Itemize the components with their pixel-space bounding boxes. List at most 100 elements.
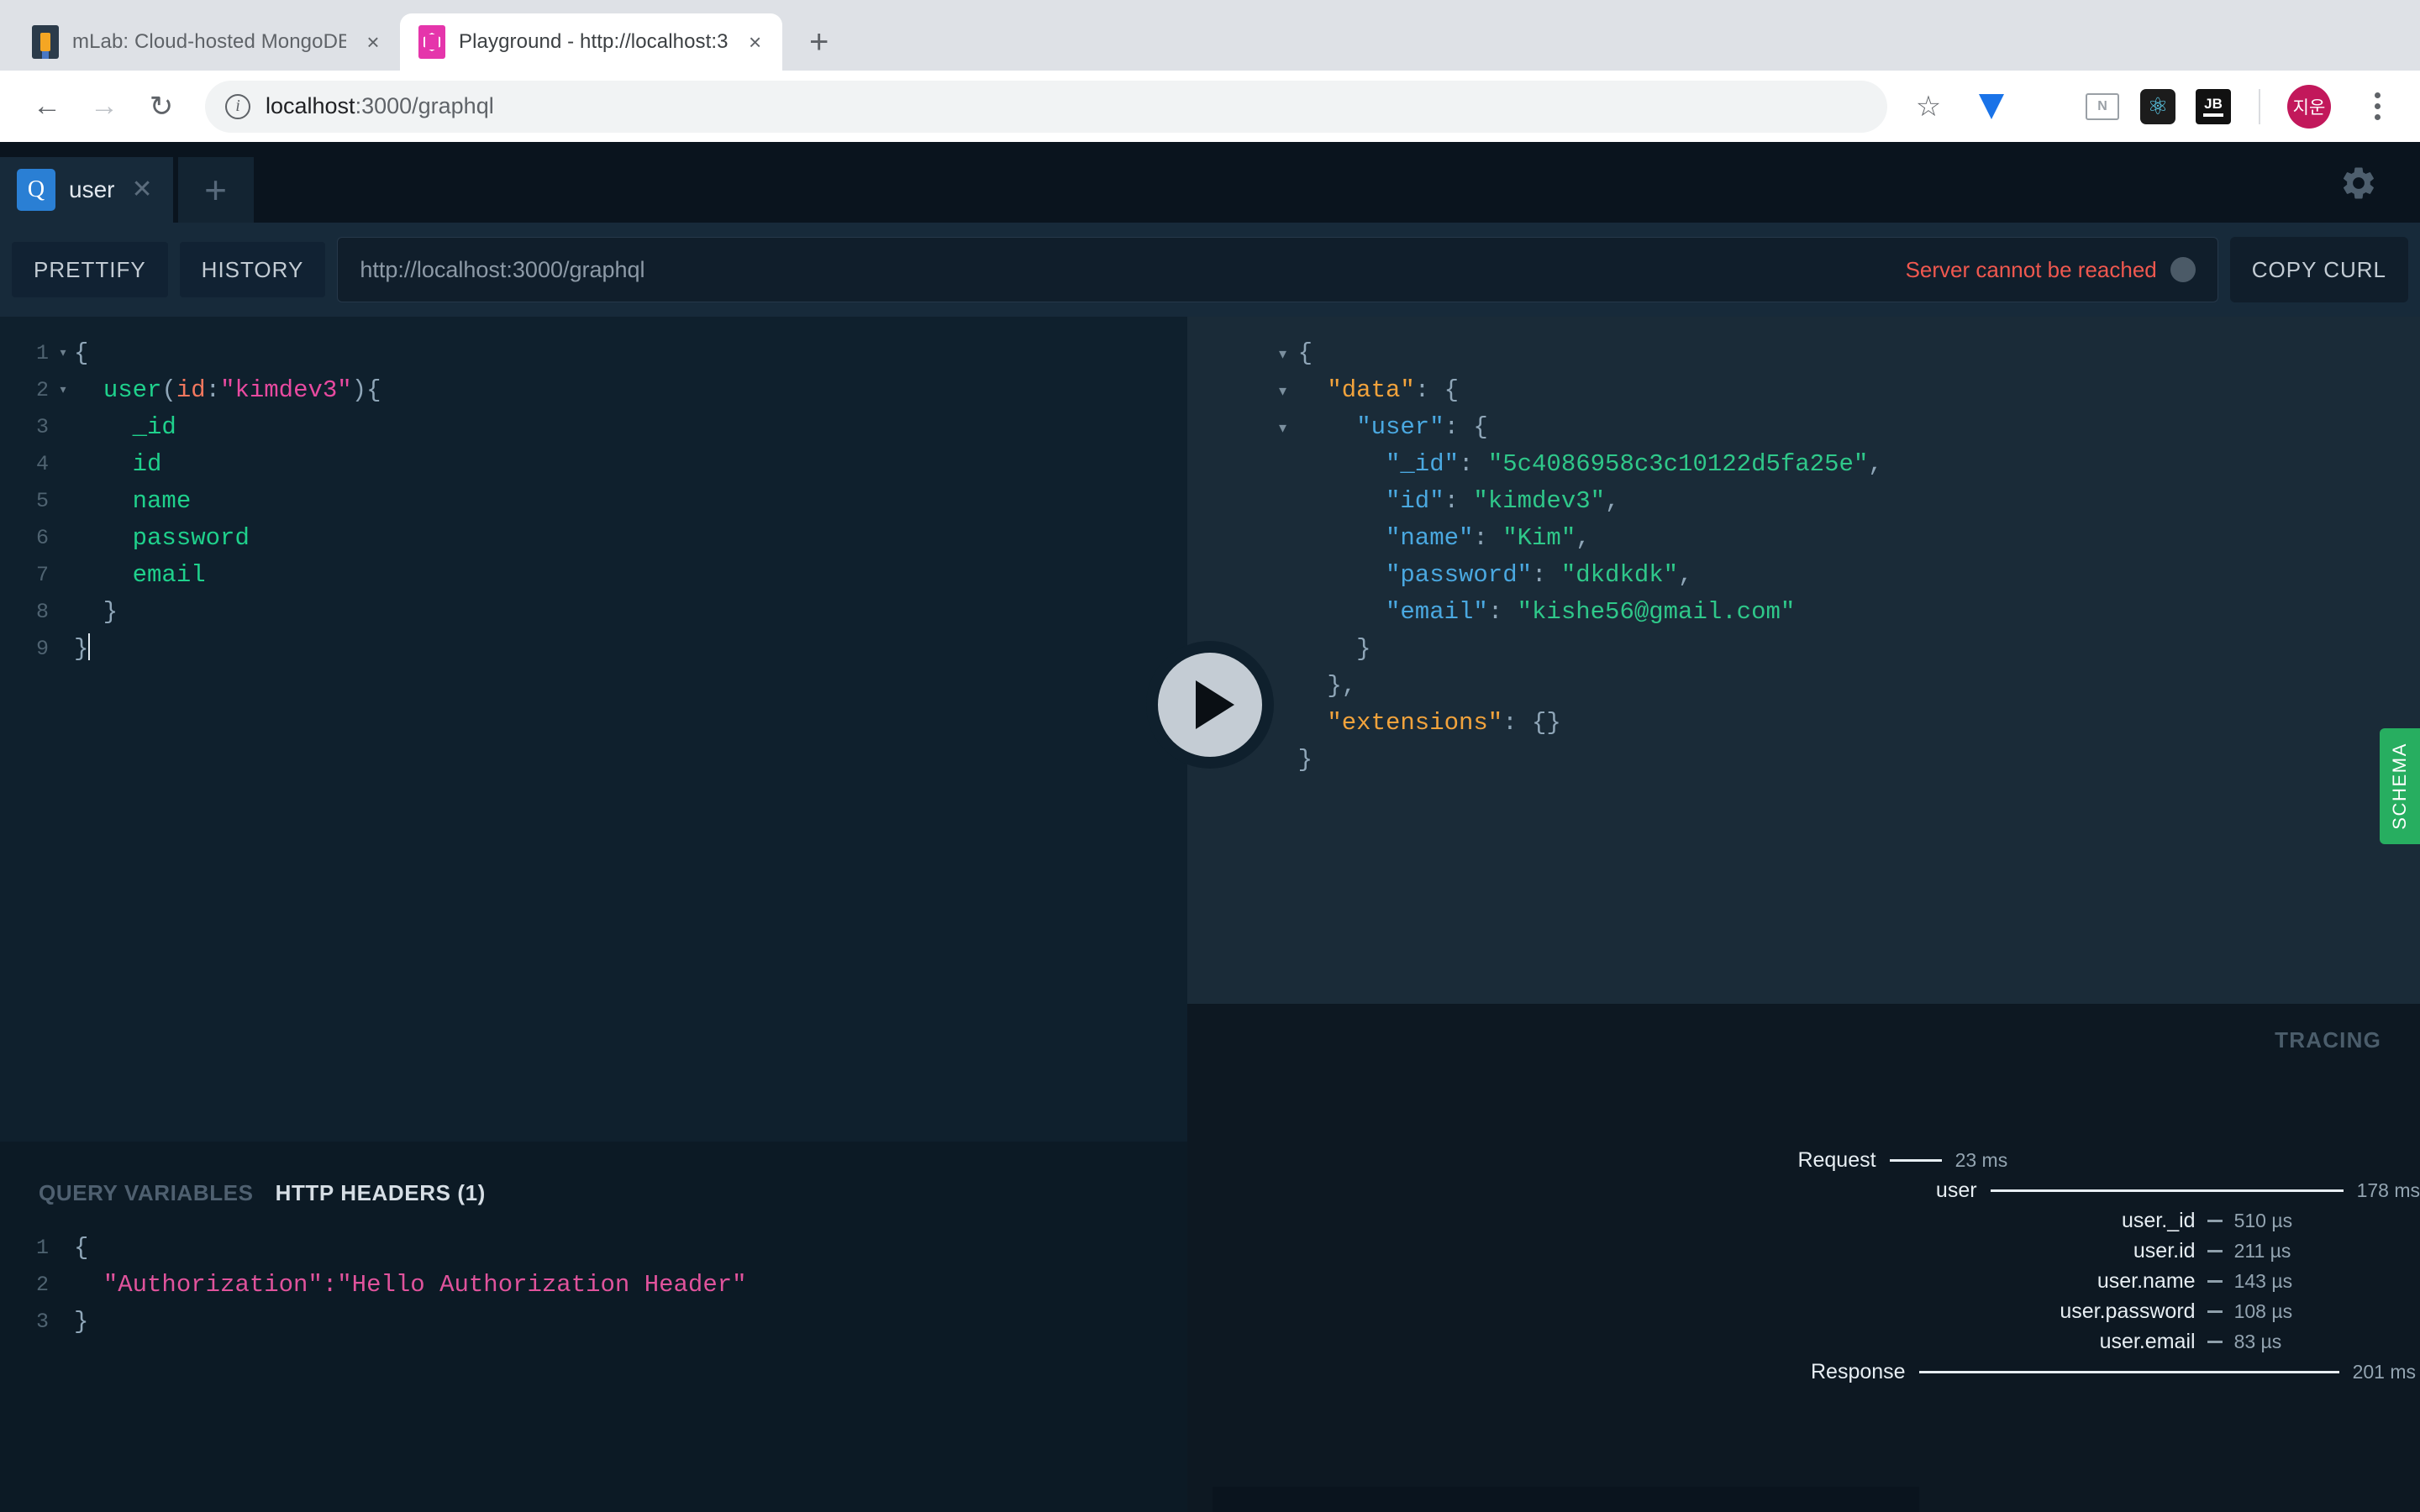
copy-curl-button[interactable]: COPY CURL: [2229, 237, 2408, 302]
http-headers-editor[interactable]: 1{2 "Authorization":"Hello Authorization…: [0, 1206, 1187, 1341]
settings-button[interactable]: [2336, 160, 2381, 206]
browser-urlbar-row: ← → ↻ i localhost:3000/graphql ☆ N ⚛ JB …: [0, 71, 2420, 142]
query-badge-icon: Q: [17, 169, 55, 211]
response-line: ▾ "data": {: [1268, 372, 2420, 409]
playground-body: 1 ▾{2 ▾ user(id:"kimdev3"){3 _id 4 id 5 name…: [0, 317, 2420, 1512]
trace-row: user 178 ms: [1187, 1175, 2420, 1205]
response-text: }: [1297, 746, 1313, 774]
browser-menu-icon[interactable]: [2356, 86, 2398, 128]
browser-tab-mlab[interactable]: mLab: Cloud-hosted MongoDB ×: [13, 13, 400, 71]
new-tab-button[interactable]: +: [794, 17, 844, 67]
response-viewer: ▾{▾ "data": {▾ "user": { "_id": "5c40869…: [1186, 317, 2420, 1004]
query-editor[interactable]: 1 ▾{2 ▾ user(id:"kimdev3"){3 _id 4 id 5 name…: [0, 317, 1187, 1142]
tracing-waterfall: Request 23 ms user 178 ms user._id 510 µs user…: [1187, 1004, 2420, 1387]
graphql-playground: Q user ✕ + PRETTIFY HISTORY http://local…: [0, 142, 2420, 1512]
browser-tab-playground[interactable]: Playground - http://localhost:3 ×: [400, 13, 782, 71]
code-line: 4 id: [0, 446, 1187, 483]
response-text: "id": "kimdev3",: [1385, 487, 1620, 515]
close-icon[interactable]: ✕: [131, 177, 152, 202]
response-line: "id": "kimdev3",: [1268, 483, 2420, 520]
response-text: }: [1297, 635, 1371, 663]
history-button[interactable]: HISTORY: [179, 242, 326, 297]
tab-query-variables[interactable]: QUERY VARIABLES: [39, 1180, 254, 1206]
schema-tab-label: SCHEMA: [2389, 743, 2410, 830]
fold-toggle-icon[interactable]: ▾: [52, 335, 74, 372]
trace-duration: 83 µs: [2233, 1330, 2282, 1352]
browser-tab-title: Playground - http://localhost:3: [459, 30, 729, 53]
tab-http-headers[interactable]: HTTP HEADERS (1): [276, 1180, 486, 1206]
left-column: 1 ▾{2 ▾ user(id:"kimdev3"){3 _id 4 id 5 name…: [0, 317, 1187, 1512]
trace-dash: [2207, 1310, 2223, 1313]
address-bar[interactable]: i localhost:3000/graphql: [205, 80, 1887, 133]
line-number: 4: [35, 452, 49, 476]
tracing-title: TRACING: [2275, 1027, 2381, 1053]
line-number: 3: [35, 1310, 49, 1334]
fold-toggle-icon[interactable]: ▾: [1268, 372, 1298, 409]
bottom-strip: [1213, 1487, 1919, 1512]
site-info-icon[interactable]: i: [225, 93, 250, 119]
reload-icon[interactable]: ↻: [136, 81, 187, 132]
session-tab-user[interactable]: Q user ✕: [0, 157, 173, 223]
code-text: }: [74, 1308, 89, 1336]
code-line: 8 }: [0, 594, 1187, 631]
code-text: {: [74, 1234, 89, 1262]
trace-row: user.email 83 µs: [1187, 1326, 2420, 1357]
jetbrains-extension-icon[interactable]: JB: [2195, 88, 2232, 125]
new-session-button[interactable]: +: [177, 157, 254, 223]
endpoint-input[interactable]: http://localhost:3000/graphql Server can…: [337, 237, 2218, 302]
note-extension-icon[interactable]: N: [2084, 88, 2121, 125]
trace-bar: [1889, 1158, 1942, 1162]
avatar[interactable]: 지운: [2287, 84, 2331, 129]
browser-chrome: mLab: Cloud-hosted MongoDB × Playground …: [0, 0, 2420, 142]
extensions-bar: N ⚛ JB 지운: [1961, 84, 2398, 129]
mlab-favicon-icon: [32, 25, 59, 59]
code-text: id: [132, 450, 162, 478]
trace-name: user.email: [2099, 1329, 2196, 1353]
code-line: 3}: [0, 1304, 1187, 1341]
fold-toggle-icon[interactable]: ▾: [52, 372, 74, 409]
playground-tabbar: Q user ✕ +: [0, 142, 2420, 223]
trace-duration: 201 ms: [2352, 1360, 2416, 1383]
line-number: 9: [35, 637, 49, 661]
response-text: "password": "dkdkdk",: [1385, 561, 1693, 589]
bookmark-star-icon[interactable]: ☆: [1902, 81, 1954, 133]
trace-row: Request 23 ms: [1187, 1145, 2420, 1175]
session-tab-label: user: [69, 176, 115, 202]
code-text: }: [74, 598, 118, 626]
status-badge: [2170, 257, 2196, 282]
trace-bar: [1990, 1189, 2344, 1192]
line-number: 6: [35, 526, 49, 550]
right-column: ▾{▾ "data": {▾ "user": { "_id": "5c40869…: [1186, 317, 2420, 1512]
forward-icon[interactable]: →: [79, 81, 129, 132]
play-icon: [1196, 680, 1234, 729]
fold-toggle-icon[interactable]: ▾: [1268, 335, 1298, 372]
response-text: "email": "kishe56@gmail.com": [1385, 598, 1796, 626]
browser-tab-title: mLab: Cloud-hosted MongoDB: [72, 30, 346, 53]
code-text: password: [132, 524, 250, 552]
code-text: {: [74, 339, 89, 367]
code-line: 2 "Authorization":"Hello Authorization H…: [0, 1267, 1187, 1304]
react-devtools-icon[interactable]: ⚛: [2139, 88, 2176, 125]
trace-dash: [2207, 1249, 2223, 1252]
trace-dash: [2207, 1279, 2223, 1283]
prettify-button[interactable]: PRETTIFY: [12, 242, 168, 297]
address-bar-url: localhost:3000/graphql: [266, 93, 494, 119]
trace-duration: 211 µs: [2233, 1239, 2291, 1262]
trace-duration: 143 µs: [2233, 1269, 2293, 1292]
execute-query-button[interactable]: [1146, 641, 1274, 769]
diamond-extension-icon[interactable]: [1973, 88, 2010, 125]
fold-toggle-icon[interactable]: ▾: [1268, 409, 1298, 446]
back-icon[interactable]: ←: [22, 81, 72, 132]
gear-icon: [2343, 167, 2374, 199]
schema-tab[interactable]: SCHEMA: [2380, 728, 2420, 844]
graphql-favicon-icon: [418, 25, 445, 59]
projector-extension-icon[interactable]: [2028, 88, 2065, 125]
close-icon[interactable]: ×: [742, 29, 769, 55]
code-text: user(id:"kimdev3"){: [103, 376, 381, 404]
close-icon[interactable]: ×: [360, 29, 387, 55]
code-text: name: [132, 487, 192, 515]
line-number: 3: [35, 415, 49, 439]
url-path: :3000/graphql: [355, 93, 494, 118]
trace-bar: [1918, 1370, 2339, 1373]
line-number: 1: [35, 341, 49, 365]
